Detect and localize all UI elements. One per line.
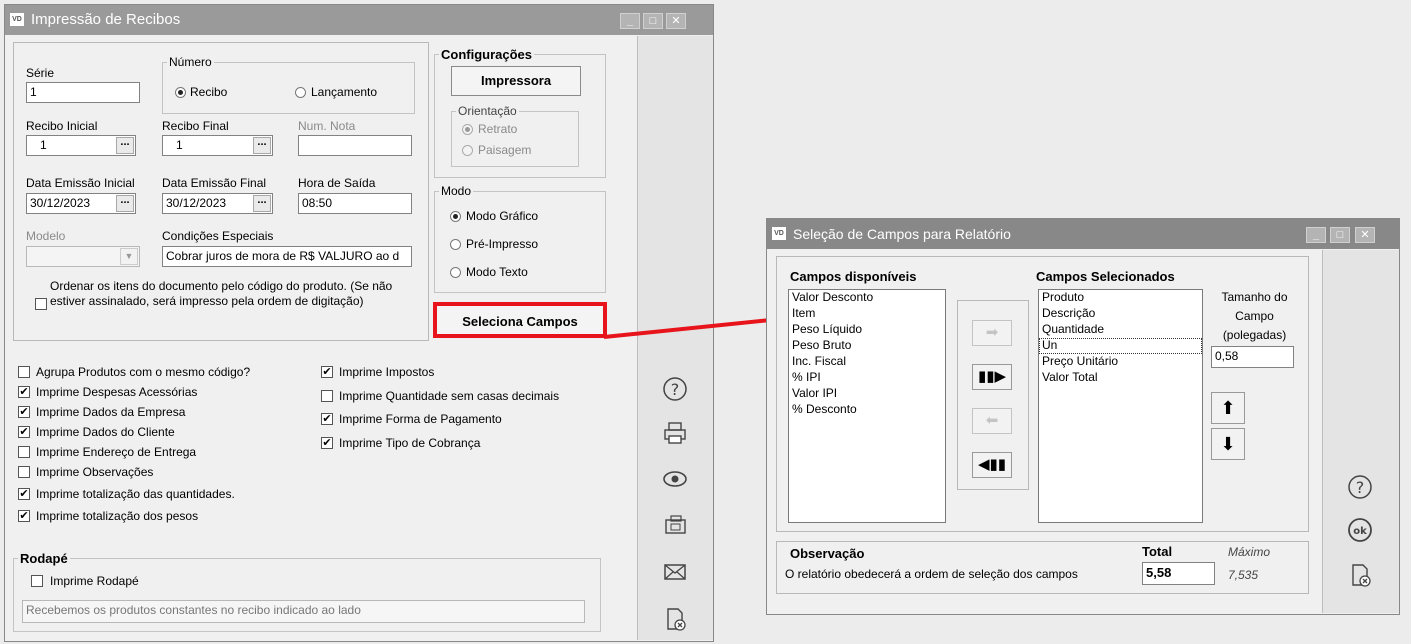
tamanho-label: Tamanho do Campo (polegadas)	[1221, 290, 1288, 342]
available-fields-list[interactable]: Valor Desconto Item Peso Líquido Peso Br…	[788, 289, 946, 523]
help-icon[interactable]: ?	[1347, 474, 1373, 500]
ok-icon[interactable]: ok	[1347, 517, 1373, 543]
observacao-header: Observação	[790, 546, 865, 561]
field-selection-dialog: VD Seleção de Campos para Relatório _ □ …	[766, 218, 1400, 615]
maximo-value: 7,535	[1228, 568, 1259, 582]
available-item[interactable]: Peso Líquido	[789, 322, 945, 338]
move-left-button[interactable]: ⬅	[972, 408, 1012, 434]
available-item[interactable]: % Desconto	[789, 402, 945, 418]
available-item[interactable]: Inc. Fiscal	[789, 354, 945, 370]
selected-item[interactable]: Descrição	[1039, 306, 1202, 322]
move-all-right-button[interactable]: ▮▮▶	[972, 364, 1012, 390]
move-right-button[interactable]: ➡	[972, 320, 1012, 346]
dialog-maximize-button[interactable]: □	[1330, 227, 1350, 243]
dialog-close-button[interactable]: ✕	[1355, 227, 1375, 243]
selected-item[interactable]: Preço Unitário	[1039, 354, 1202, 370]
selected-header: Campos Selecionados	[1036, 269, 1175, 284]
selected-item[interactable]: Produto	[1039, 290, 1202, 306]
selected-item[interactable]: Valor Total	[1039, 370, 1202, 386]
cancel-icon[interactable]	[1347, 562, 1373, 588]
available-item[interactable]: Valor Desconto	[789, 290, 945, 306]
dialog-title: Seleção de Campos para Relatório	[793, 226, 1011, 242]
observacao-panel: Observação O relatório obedecerá a ordem…	[776, 541, 1309, 594]
available-header: Campos disponíveis	[790, 269, 917, 284]
dialog-action-sidebar: ? ok	[1322, 250, 1399, 613]
available-item[interactable]: Valor IPI	[789, 386, 945, 402]
available-item[interactable]: Peso Bruto	[789, 338, 945, 354]
move-all-left-button[interactable]: ◀▮▮	[972, 452, 1012, 478]
observacao-text: O relatório obedecerá a ordem de seleção…	[785, 567, 1078, 581]
fields-panel: Campos disponíveis Valor Desconto Item P…	[776, 256, 1309, 532]
selected-item[interactable]: Quantidade	[1039, 322, 1202, 338]
maximo-label: Máximo	[1228, 545, 1271, 559]
selected-item-focused[interactable]: Un	[1039, 338, 1202, 354]
dialog-logo: VD	[772, 227, 786, 240]
move-down-button[interactable]: ⬇	[1211, 428, 1245, 460]
svg-text:?: ?	[1356, 478, 1365, 497]
total-label: Total	[1142, 544, 1173, 559]
dialog-title-bar[interactable]: VD Seleção de Campos para Relatório _ □ …	[767, 219, 1399, 249]
total-value: 5,58	[1142, 562, 1215, 585]
dialog-minimize-button[interactable]: _	[1306, 227, 1326, 243]
tamanho-input[interactable]: 0,58	[1211, 346, 1294, 368]
available-item[interactable]: % IPI	[789, 370, 945, 386]
available-item[interactable]: Item	[789, 306, 945, 322]
selected-fields-list[interactable]: Produto Descrição Quantidade Un Preço Un…	[1038, 289, 1203, 523]
svg-text:ok: ok	[1353, 526, 1367, 537]
move-buttons-group: ➡ ▮▮▶ ⬅ ◀▮▮	[957, 300, 1029, 490]
move-up-button[interactable]: ⬆	[1211, 392, 1245, 424]
